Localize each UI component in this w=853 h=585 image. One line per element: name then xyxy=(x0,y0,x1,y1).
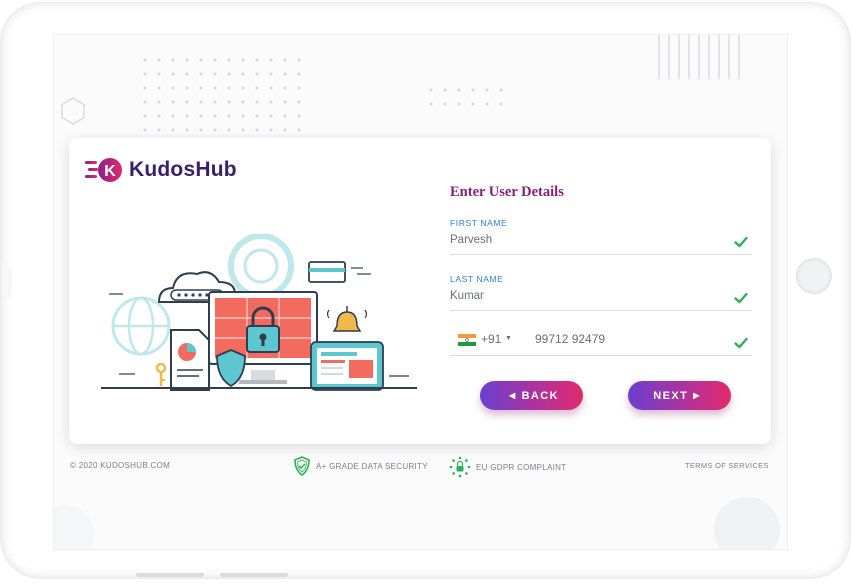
tablet-home-button[interactable] xyxy=(796,258,832,294)
form-title: Enter User Details xyxy=(450,184,564,200)
last-name-field[interactable]: LAST NAME Kumar xyxy=(450,274,752,311)
first-name-input[interactable]: Parvesh xyxy=(450,234,752,250)
country-dropdown-caret-icon[interactable]: ▼ xyxy=(505,335,512,342)
last-name-valid-check-icon xyxy=(734,292,748,304)
last-name-label: LAST NAME xyxy=(450,274,504,284)
background-lines xyxy=(658,35,742,79)
kudoshub-logo: K KudosHub xyxy=(85,154,237,186)
first-name-valid-check-icon xyxy=(734,236,748,248)
back-button-label: BACK xyxy=(521,389,559,402)
phone-field[interactable]: +91 ▼ 99712 92479 xyxy=(450,328,752,356)
copyright-text: © 2020 KUDOSHUB.COM xyxy=(70,461,171,470)
cyber-security-illustration xyxy=(101,234,417,391)
first-name-label: FIRST NAME xyxy=(450,218,508,228)
background-hexagon xyxy=(61,97,85,125)
details-card: K KudosHub Enter User Details FIRST NAME… xyxy=(69,138,771,444)
background-dots xyxy=(424,83,508,109)
shield-check-icon xyxy=(294,456,310,476)
tablet-bottom-bar xyxy=(136,573,204,577)
back-button[interactable]: ◀ BACK xyxy=(480,381,583,410)
india-flag-icon[interactable] xyxy=(458,334,476,346)
phone-valid-check-icon xyxy=(734,337,748,349)
eu-stars-lock-icon xyxy=(449,456,471,478)
brand-name: KudosHub xyxy=(129,158,237,181)
terms-of-services-link[interactable]: TERMS OF SERVICES xyxy=(685,461,769,470)
next-button[interactable]: NEXT ▶ xyxy=(628,381,731,410)
kudoshub-logo-icon: K xyxy=(85,158,122,182)
gdpr-badge-text: EU GDPR COMPLAINT xyxy=(476,462,567,472)
last-name-input[interactable]: Kumar xyxy=(450,290,752,306)
tablet-bottom-bar xyxy=(220,573,288,577)
first-name-field[interactable]: FIRST NAME Parvesh xyxy=(450,218,752,255)
next-arrow-icon: ▶ xyxy=(693,391,701,400)
phone-number-input[interactable]: 99712 92479 xyxy=(535,332,605,346)
dial-code[interactable]: +91 xyxy=(481,332,501,346)
svg-text:K: K xyxy=(104,163,116,180)
security-badge: A+ GRADE DATA SECURITY xyxy=(293,456,428,476)
background-circle xyxy=(714,497,780,549)
background-circle xyxy=(54,505,94,549)
next-button-label: NEXT xyxy=(653,389,689,402)
security-badge-text: A+ GRADE DATA SECURITY xyxy=(316,461,428,471)
gdpr-badge: EU GDPR COMPLAINT xyxy=(449,456,566,478)
back-arrow-icon: ◀ xyxy=(509,391,517,400)
tablet-side-bump xyxy=(2,262,12,302)
background-dots xyxy=(138,53,308,143)
